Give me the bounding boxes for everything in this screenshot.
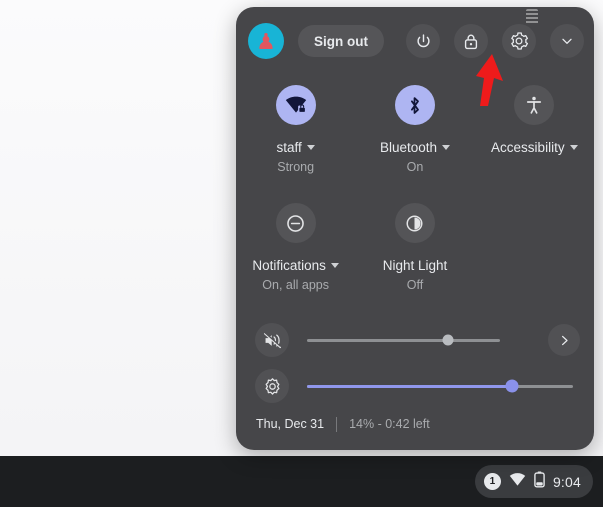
power-icon bbox=[416, 33, 430, 47]
date-label[interactable]: Thu, Dec 31 bbox=[256, 417, 324, 431]
crescent-moon-icon bbox=[394, 203, 435, 243]
volume-slider-row bbox=[236, 319, 594, 361]
screen: 1 9:04 ♟ Sign out staff Strong Bluetooth… bbox=[0, 0, 603, 507]
tile-network-label: staff bbox=[276, 140, 302, 155]
lock-button[interactable] bbox=[454, 24, 488, 58]
collapse-button[interactable] bbox=[550, 24, 584, 58]
avatar[interactable]: ♟ bbox=[248, 23, 284, 59]
sign-out-button[interactable]: Sign out bbox=[298, 25, 384, 57]
do-not-disturb-icon bbox=[275, 203, 316, 243]
tile-bluetooth-label-wrap: Bluetooth bbox=[379, 140, 451, 155]
accessibility-icon bbox=[514, 85, 555, 125]
chevron-down-icon[interactable] bbox=[330, 263, 339, 268]
quick-settings-panel: ♟ Sign out staff Strong Bluetooth On Acc… bbox=[236, 7, 594, 450]
power-button[interactable] bbox=[406, 24, 440, 58]
tile-accessibility-label: Accessibility bbox=[491, 140, 565, 155]
tile-night-light[interactable]: Night Light Off bbox=[355, 203, 474, 292]
feature-tile-row-2: Notifications On, all apps Night Light O… bbox=[236, 203, 594, 292]
tile-accessibility-label-wrap: Accessibility bbox=[491, 140, 578, 155]
tile-night-light-label: Night Light bbox=[382, 258, 448, 273]
tile-network-label-wrap: staff bbox=[277, 140, 315, 155]
tile-notifications-sub: On, all apps bbox=[262, 278, 330, 292]
brightness-slider-fill bbox=[307, 384, 512, 388]
brightness-slider-thumb[interactable] bbox=[505, 379, 519, 393]
brightness-slider-track[interactable] bbox=[307, 379, 573, 393]
tile-notifications-label: Notifications bbox=[252, 258, 326, 273]
chevron-down-icon[interactable] bbox=[306, 145, 315, 150]
volume-expand-button[interactable] bbox=[548, 324, 580, 356]
tile-spacer bbox=[475, 203, 594, 292]
lock-icon bbox=[464, 34, 478, 49]
quick-settings-footer: Thu, Dec 31 14% - 0:42 left bbox=[236, 398, 594, 450]
feature-tile-row-1: staff Strong Bluetooth On Accessibility bbox=[236, 85, 594, 174]
tile-bluetooth-label: Bluetooth bbox=[379, 140, 438, 155]
tile-bluetooth-sub: On bbox=[406, 160, 424, 174]
user-avatar-icon: ♟ bbox=[256, 28, 276, 54]
wifi-locked-icon bbox=[275, 85, 316, 125]
tile-night-light-label-wrap: Night Light bbox=[383, 258, 448, 273]
tile-night-light-sub: Off bbox=[406, 278, 424, 292]
battery-status-label[interactable]: 14% - 0:42 left bbox=[349, 417, 430, 431]
tile-notifications-label-wrap: Notifications bbox=[252, 258, 339, 273]
volume-slider-thumb[interactable] bbox=[442, 334, 454, 346]
tile-accessibility[interactable]: Accessibility bbox=[475, 85, 594, 174]
chevron-down-icon bbox=[562, 38, 572, 44]
tile-bluetooth[interactable]: Bluetooth On bbox=[355, 85, 474, 174]
divider bbox=[336, 416, 338, 432]
status-tray[interactable]: 1 9:04 bbox=[474, 465, 593, 498]
gear-icon bbox=[511, 32, 528, 50]
volume-slider-track[interactable] bbox=[307, 334, 500, 346]
volume-muted-icon[interactable] bbox=[255, 323, 289, 357]
tile-notifications[interactable]: Notifications On, all apps bbox=[236, 203, 355, 292]
bluetooth-icon bbox=[394, 85, 435, 125]
shelf: 1 9:04 bbox=[0, 456, 603, 507]
battery-icon bbox=[534, 471, 545, 493]
quick-settings-header: ♟ Sign out bbox=[236, 7, 594, 75]
chevron-right-icon bbox=[561, 335, 568, 345]
tray-clock[interactable]: 9:04 bbox=[553, 474, 581, 490]
wifi-icon bbox=[509, 472, 526, 491]
settings-button[interactable] bbox=[502, 24, 536, 58]
tile-network[interactable]: staff Strong bbox=[236, 85, 355, 174]
tile-network-sub: Strong bbox=[277, 160, 315, 174]
chevron-down-icon[interactable] bbox=[442, 145, 451, 150]
chevron-down-icon[interactable] bbox=[569, 145, 578, 150]
notification-count-badge[interactable]: 1 bbox=[483, 473, 501, 490]
